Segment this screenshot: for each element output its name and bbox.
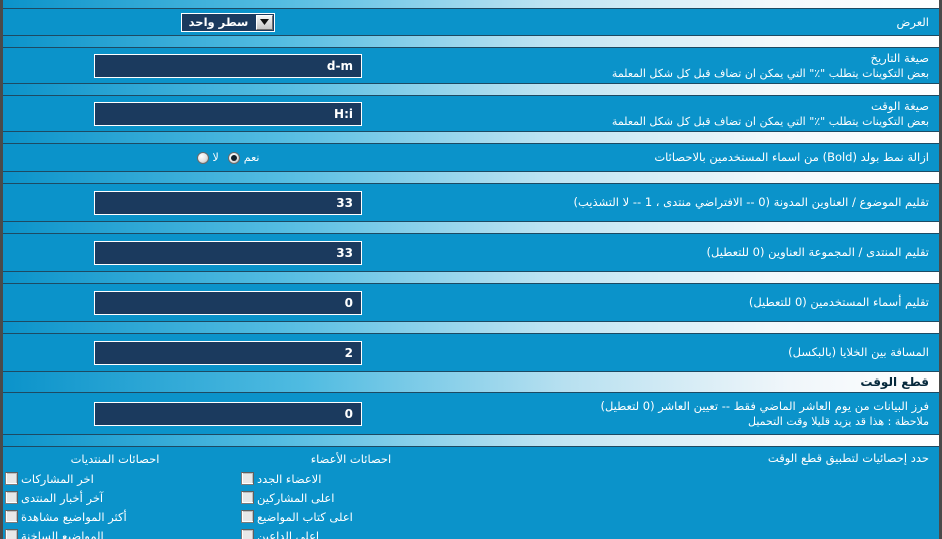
row-trim-forum-titles-control <box>3 240 453 265</box>
time-cut-days-input[interactable] <box>94 401 362 426</box>
checkbox-latest-forum-news[interactable] <box>5 491 18 504</box>
trim-thread-titles-input[interactable] <box>94 190 362 215</box>
stats-column-forums: احصائات المنتديات اخر المشاركات آخر أخبا… <box>3 449 233 539</box>
checkbox-label: اعلى الداعين <box>257 528 320 539</box>
date-format-input[interactable] <box>94 53 362 78</box>
row-remove-bold-label: ازالة نمط بولد (Bold) من اسماء المستخدمي… <box>654 150 929 164</box>
checkbox-row[interactable]: اعلى المشاركين <box>233 488 469 507</box>
row-time-format-label: صيغة الوقت بعض التكوينات يتطلب "٪" التي … <box>453 99 939 129</box>
row-time-format: صيغة الوقت بعض التكوينات يتطلب "٪" التي … <box>3 96 939 131</box>
radio-yes-label: نعم <box>243 151 260 164</box>
radio-yes-icon[interactable] <box>227 151 240 164</box>
display-mode-select-value: سطر واحد <box>188 15 249 29</box>
separator-4 <box>3 171 939 184</box>
row-trim-forum-titles: تقليم المنتدى / المجموعة العناوين (0 للت… <box>3 234 939 271</box>
row-cell-spacing: المسافة بين الخلايا (بالبكسل) <box>3 334 939 371</box>
checkbox-label: اعلى المشاركين <box>257 490 335 505</box>
row-trim-thread-titles: تقليم الموضوع / العناوين المدونة (0 -- ا… <box>3 184 939 221</box>
row-display-label: العرض <box>896 14 930 29</box>
row-time-cut-filter-label: فرز البيانات من يوم العاشر الماضي فقط --… <box>453 399 939 429</box>
cell-spacing-input[interactable] <box>94 340 362 365</box>
row-trim-forum-titles-label: تقليم المنتدى / المجموعة العناوين (0 للت… <box>706 245 929 259</box>
row-trim-usernames-label: تقليم أسماء المستخدمين (0 للتعطيل) <box>748 295 929 309</box>
separator-5 <box>3 221 939 234</box>
checkbox-label: أكثر المواضيع مشاهدة <box>21 509 127 524</box>
trim-usernames-input[interactable] <box>94 290 362 315</box>
row-time-format-title: صيغة الوقت <box>870 98 929 113</box>
checkbox-label: المواضيع الساخنة <box>21 528 104 539</box>
row-display-control: سطر واحد <box>3 12 453 32</box>
checkbox-top-thread-starters[interactable] <box>241 510 254 523</box>
remove-bold-radio-group: نعم لا <box>196 151 260 164</box>
checkbox-row[interactable]: اعلى الداعين <box>233 526 469 539</box>
row-remove-bold-control: نعم لا <box>3 151 453 164</box>
row-date-format-label: صيغة التاريخ بعض التكوينات يتطلب "٪" الت… <box>453 51 939 81</box>
checkbox-label: آخر أخبار المنتدى <box>21 490 104 505</box>
separator-8 <box>3 434 939 447</box>
row-time-cut-filter-note: ملاحظة : هذا قد يزيد قليلا وقت التحميل <box>748 414 929 428</box>
row-trim-thread-titles-control <box>3 190 453 215</box>
section-header-time-cut-title: قطع الوقت <box>860 375 929 389</box>
radio-no-icon[interactable] <box>196 151 209 164</box>
row-date-format-hint: بعض التكوينات يتطلب "٪" التي يمكن ان تضا… <box>611 66 929 80</box>
checkbox-most-viewed-threads[interactable] <box>5 510 18 523</box>
row-display: العرض سطر واحد <box>3 9 939 35</box>
checkbox-label: الاعضاء الجدد <box>257 471 322 486</box>
checkbox-hot-threads[interactable] <box>5 529 18 539</box>
stats-column-members-header: احصائات الأعضاء <box>310 452 392 466</box>
row-date-format-title: صيغة التاريخ <box>870 50 929 65</box>
row-time-cut-filter-title: فرز البيانات من يوم العاشر الماضي فقط --… <box>600 398 929 413</box>
row-time-cut-filter: فرز البيانات من يوم العاشر الماضي فقط --… <box>3 393 939 434</box>
checkbox-row[interactable]: الاعضاء الجدد <box>233 469 469 488</box>
separator-7 <box>3 321 939 334</box>
separator-2 <box>3 83 939 96</box>
row-trim-usernames-control <box>3 290 453 315</box>
row-time-format-control <box>3 101 453 126</box>
checkbox-top-inviters[interactable] <box>241 529 254 539</box>
row-trim-usernames: تقليم أسماء المستخدمين (0 للتعطيل) <box>3 284 939 321</box>
row-time-format-hint: بعض التكوينات يتطلب "٪" التي يمكن ان تضا… <box>611 114 929 128</box>
row-date-format-control <box>3 53 453 78</box>
remove-bold-option-yes[interactable]: نعم <box>227 151 260 164</box>
checkbox-row[interactable]: آخر أخبار المنتدى <box>3 488 233 507</box>
stats-column-forums-header: احصائات المنتديات <box>70 452 160 466</box>
stats-column-members: احصائات الأعضاء الاعضاء الجدد اعلى المشا… <box>233 449 469 539</box>
separator-1 <box>3 35 939 48</box>
checkbox-new-members[interactable] <box>241 472 254 485</box>
checkbox-top-posters[interactable] <box>241 491 254 504</box>
checkbox-row[interactable]: اعلى كتاب المواضيع <box>233 507 469 526</box>
chevron-down-icon[interactable] <box>256 14 274 30</box>
checkbox-row[interactable]: أكثر المواضيع مشاهدة <box>3 507 233 526</box>
time-format-input[interactable] <box>94 101 362 126</box>
settings-page: العرض سطر واحد صيغة التاريخ بعض التكوينا… <box>0 0 942 539</box>
stats-picker: حدد إحصائيات لتطبيق قطع الوقت احصائات ال… <box>3 447 939 539</box>
checkbox-label: اخر المشاركات <box>21 471 94 486</box>
row-trim-thread-titles-label: تقليم الموضوع / العناوين المدونة (0 -- ا… <box>573 195 929 209</box>
radio-no-label: لا <box>212 151 219 164</box>
trim-forum-titles-input[interactable] <box>94 240 362 265</box>
row-time-cut-filter-control <box>3 401 453 426</box>
row-remove-bold: ازالة نمط بولد (Bold) من اسماء المستخدمي… <box>3 144 939 171</box>
checkbox-row[interactable]: المواضيع الساخنة <box>3 526 233 539</box>
separator-6 <box>3 271 939 284</box>
checkbox-label: اعلى كتاب المواضيع <box>257 509 353 524</box>
separator-3 <box>3 131 939 144</box>
display-mode-select[interactable]: سطر واحد <box>180 12 276 32</box>
remove-bold-option-no[interactable]: لا <box>196 151 219 164</box>
checkbox-row[interactable]: اخر المشاركات <box>3 469 233 488</box>
row-cell-spacing-label: المسافة بين الخلايا (بالبكسل) <box>788 345 929 359</box>
stats-picker-label: حدد إحصائيات لتطبيق قطع الوقت <box>767 451 929 465</box>
separator-top <box>3 0 939 9</box>
row-date-format: صيغة التاريخ بعض التكوينات يتطلب "٪" الت… <box>3 48 939 83</box>
row-cell-spacing-control <box>3 340 453 365</box>
section-header-time-cut: قطع الوقت <box>3 371 939 393</box>
checkbox-latest-posts[interactable] <box>5 472 18 485</box>
